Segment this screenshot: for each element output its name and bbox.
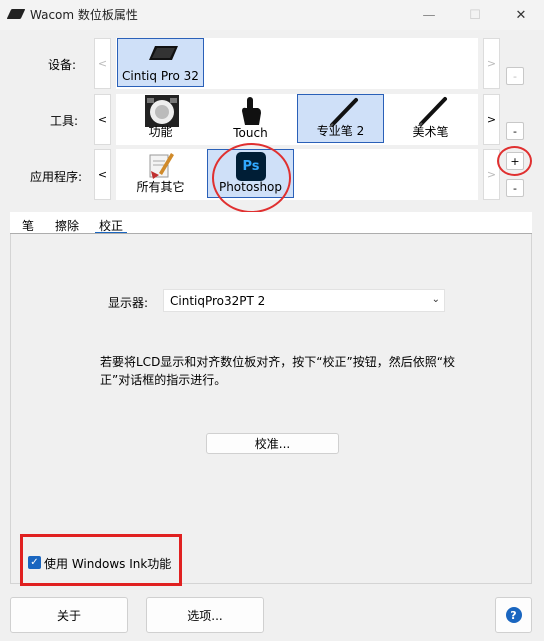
tool-remove-button[interactable]: - <box>506 122 524 140</box>
wacom-tablet-icon <box>6 9 26 19</box>
art-pen-icon <box>417 97 447 126</box>
all-apps-icon <box>149 153 174 179</box>
device-tile-cintiq[interactable]: Cintiq Pro 32 <box>117 38 204 87</box>
tab-calibrate[interactable]: 校正 <box>95 214 128 234</box>
calibration-description: 若要将LCD显示和对齐数位板对齐，按下“校正”按钮，然后依照“校正”对话框的指示… <box>100 355 455 387</box>
tool-tile-touch[interactable]: Touch <box>207 94 294 143</box>
tab-bar <box>10 212 532 234</box>
calibration-panel <box>10 234 532 584</box>
application-label-all-others: 所有其它 <box>136 180 185 194</box>
minimize-button[interactable]: — <box>406 0 452 30</box>
options-button[interactable]: 选项... <box>146 597 264 633</box>
application-strip: 所有其它 Ps Photoshop <box>116 149 478 200</box>
chevron-down-icon: ⌄ <box>431 294 440 305</box>
help-icon: ? <box>505 607 522 623</box>
touch-hand-icon <box>242 97 261 125</box>
window-title: Wacom 数位板属性 <box>30 8 138 22</box>
display-label: 显示器: <box>108 296 149 310</box>
device-label: 设备: <box>47 58 76 72</box>
tool-label-art-pen: 美术笔 <box>412 125 449 139</box>
highlight-photoshop-circle <box>212 143 291 213</box>
about-button[interactable]: 关于 <box>10 597 128 633</box>
application-tile-all-others[interactable]: 所有其它 <box>117 149 204 198</box>
maximize-button[interactable]: ☐ <box>452 0 498 30</box>
tab-eraser[interactable]: 擦除 <box>51 214 83 234</box>
application-scroll-left[interactable]: < <box>94 149 111 200</box>
device-scroll-right[interactable]: > <box>483 38 500 89</box>
application-remove-button[interactable]: - <box>506 179 524 197</box>
tool-label-pro-pen-2: 专业笔 2 <box>316 124 365 138</box>
tool-label-touch: Touch <box>233 126 268 140</box>
tool-scroll-left[interactable]: < <box>94 94 111 145</box>
highlight-add-circle <box>497 146 532 176</box>
calibrate-button[interactable]: 校准... <box>206 433 339 454</box>
tool-scroll-right[interactable]: > <box>483 94 500 145</box>
device-remove-button[interactable]: - <box>506 67 524 85</box>
device-tile-label: Cintiq Pro 32 <box>122 69 199 83</box>
tool-tile-art-pen[interactable]: 美术笔 <box>387 94 474 143</box>
close-button[interactable]: ✕ <box>498 0 544 30</box>
tool-strip: 功能 Touch 专业笔 2 美术笔 <box>116 94 478 145</box>
tool-tile-pro-pen-2[interactable]: 专业笔 2 <box>297 94 384 143</box>
highlight-windows-ink-box <box>20 534 182 586</box>
help-button[interactable]: ? <box>495 597 532 633</box>
display-select[interactable]: CintiqPro32PT 2 ⌄ <box>163 289 445 312</box>
tool-tile-functions[interactable]: 功能 <box>117 94 204 143</box>
tool-label: 工具: <box>49 114 78 128</box>
device-scroll-left[interactable]: < <box>94 38 111 89</box>
cintiq-tablet-icon <box>149 46 178 60</box>
tab-pen[interactable]: 笔 <box>18 214 38 234</box>
display-select-value: CintiqPro32PT 2 <box>170 294 266 308</box>
title-bar: Wacom 数位板属性 — ☐ ✕ <box>0 0 544 30</box>
device-strip: Cintiq Pro 32 <box>116 38 478 89</box>
application-label: 应用程序: <box>29 170 82 184</box>
tool-label-functions: 功能 <box>148 125 173 139</box>
